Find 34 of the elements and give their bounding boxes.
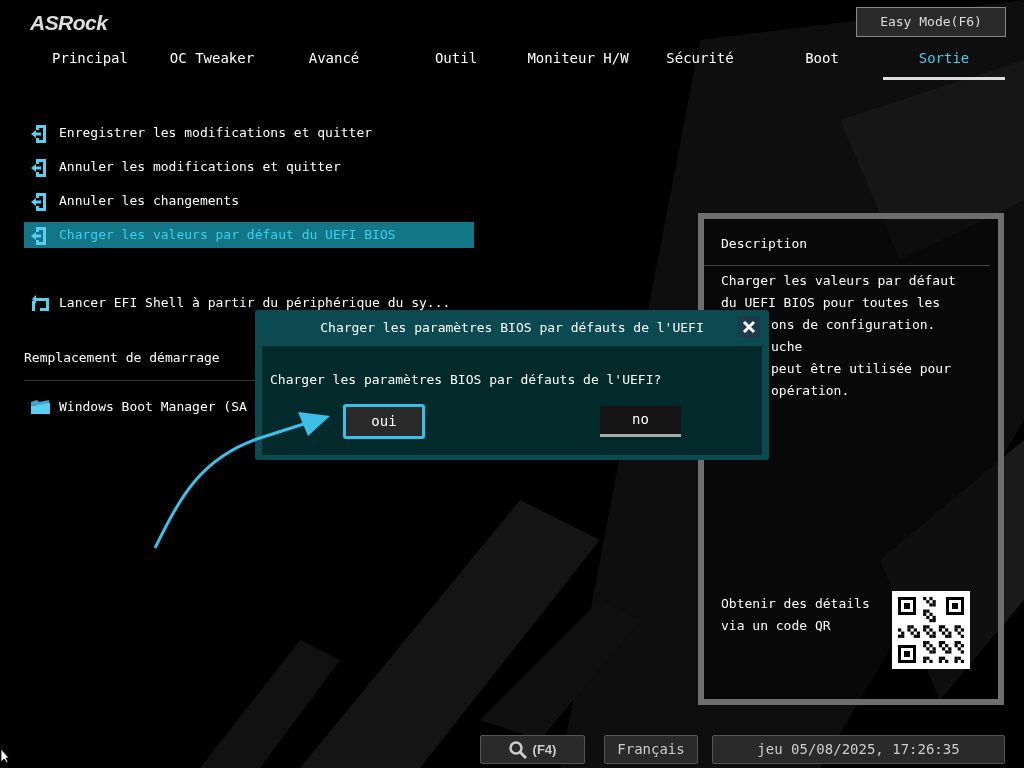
tab[interactable]: Principal [29, 40, 151, 80]
menu-item[interactable]: Enregistrer les modifications et quitter [24, 120, 474, 146]
section-heading: Remplacement de démarrage [24, 350, 220, 365]
tab[interactable]: Sortie [883, 40, 1005, 80]
description-text: uche [771, 338, 803, 356]
dialog-title: Charger les paramètres BIOS par défauts de l'UEFI [320, 319, 704, 338]
close-icon[interactable] [738, 316, 760, 338]
tab[interactable]: OC Tweaker [151, 40, 273, 80]
tab[interactable]: Boot [761, 40, 883, 80]
dialog-button[interactable]: no [600, 405, 681, 437]
datetime: jeu 05/08/2025, 17:26:35 [757, 740, 960, 759]
qr-caption: via un code QR [721, 617, 832, 635]
tab[interactable]: Sécurité [639, 40, 761, 80]
description-text: ons de configuration. [771, 316, 936, 334]
language-button[interactable]: Français [604, 735, 698, 764]
easy-mode-button[interactable]: Easy Mode(F6) [856, 7, 1006, 37]
tab[interactable]: Outil [395, 40, 517, 80]
menu-item[interactable]: Annuler les changements [24, 188, 474, 214]
tab[interactable]: Avancé [273, 40, 395, 80]
description-text: opération. [771, 382, 850, 400]
mouse-pointer-icon [0, 748, 10, 764]
description-title: Description [721, 236, 808, 251]
description-text: Charger les valeurs par défaut [721, 272, 956, 290]
qr-caption: Obtenir des détails [721, 595, 870, 613]
description-text: peut être utilisée pour [771, 360, 951, 378]
description-text: du UEFI BIOS pour toutes les [721, 294, 941, 312]
menu-item[interactable]: Annuler les modifications et quitter [24, 154, 474, 180]
search-icon [508, 740, 527, 759]
menu-item[interactable]: Lancer EFI Shell à partir du périphérique du sy... [24, 290, 494, 316]
tab[interactable]: Moniteur H/W [517, 40, 639, 80]
logo: ASRock [30, 10, 108, 36]
dialog-message: Charger les paramètres BIOS par défauts de l'UEFI? [270, 371, 663, 389]
dialog-button[interactable]: oui [343, 403, 425, 439]
search-button[interactable]: (F4) [480, 735, 585, 764]
